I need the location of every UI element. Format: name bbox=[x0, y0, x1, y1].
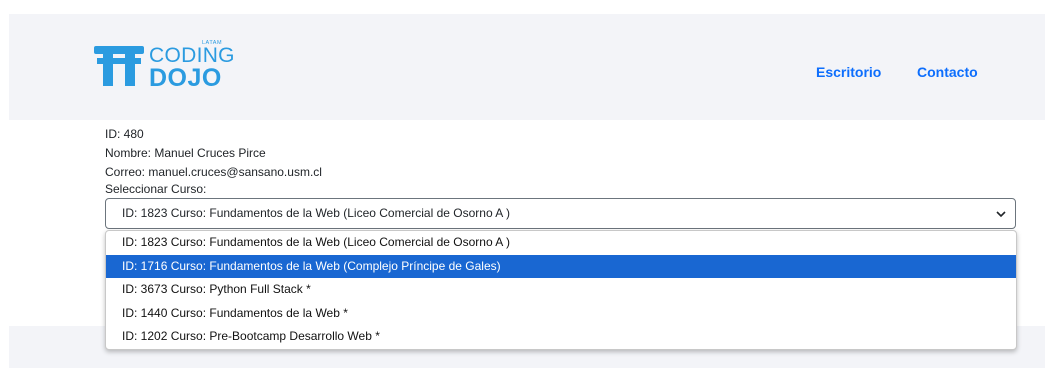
torii-gate-icon bbox=[94, 46, 144, 86]
course-option[interactable]: ID: 3673 Curso: Python Full Stack * bbox=[106, 278, 1016, 302]
course-option[interactable]: ID: 1823 Curso: Fundamentos de la Web (L… bbox=[106, 231, 1016, 255]
chevron-down-icon bbox=[996, 211, 1006, 218]
logo-dojo-text: DOJO bbox=[149, 64, 222, 92]
nav-link-contacto[interactable]: Contacto bbox=[917, 64, 978, 80]
navbar: LATAM CODING DOJO Escritorio Contacto bbox=[9, 14, 1045, 120]
nav-link-escritorio[interactable]: Escritorio bbox=[816, 64, 881, 80]
student-id: ID: 480 bbox=[105, 127, 144, 141]
student-email: Correo: manuel.cruces@sansano.usm.cl bbox=[105, 165, 322, 179]
student-name: Nombre: Manuel Cruces Pirce bbox=[105, 146, 266, 160]
course-select-value: ID: 1823 Curso: Fundamentos de la Web (L… bbox=[122, 206, 510, 220]
course-dropdown-list[interactable]: ID: 1823 Curso: Fundamentos de la Web (L… bbox=[105, 230, 1017, 350]
coding-dojo-logo[interactable]: LATAM CODING DOJO bbox=[94, 40, 244, 92]
course-option[interactable]: ID: 1202 Curso: Pre-Bootcamp Desarrollo … bbox=[106, 325, 1016, 349]
course-select[interactable]: ID: 1823 Curso: Fundamentos de la Web (L… bbox=[105, 198, 1016, 229]
course-select-label: Seleccionar Curso: bbox=[105, 182, 207, 196]
course-option-highlighted[interactable]: ID: 1716 Curso: Fundamentos de la Web (C… bbox=[106, 254, 1016, 279]
course-option[interactable]: ID: 1440 Curso: Fundamentos de la Web * bbox=[106, 302, 1016, 326]
logo-coding-text: CODING bbox=[149, 44, 235, 67]
